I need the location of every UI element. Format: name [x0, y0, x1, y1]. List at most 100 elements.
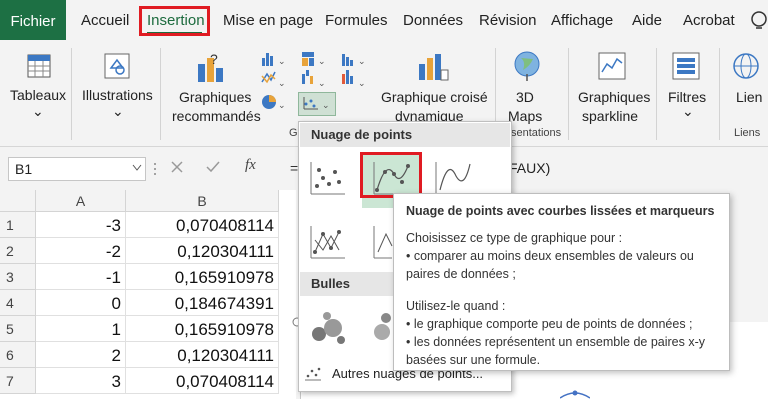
select-all-corner[interactable]	[0, 190, 36, 212]
name-box[interactable]: B1	[8, 157, 146, 181]
insert-function-icon[interactable]: fx	[245, 157, 256, 174]
drag-handle-icon[interactable]	[152, 160, 158, 178]
formula-content[interactable]: FAUX)	[509, 160, 550, 176]
tab-acrobat[interactable]: Acrobat	[683, 12, 735, 29]
svg-text:⌄: ⌄	[322, 100, 330, 110]
tab-fichier[interactable]: Fichier	[0, 0, 66, 40]
tab-mise-en-page[interactable]: Mise en page	[223, 12, 313, 29]
row-header[interactable]: 2	[0, 238, 36, 264]
recommended-charts-icon: ?	[198, 51, 223, 82]
ribbon-separator	[71, 48, 72, 140]
pie-chart-icon	[262, 95, 276, 109]
svg-text:⌄: ⌄	[318, 56, 326, 66]
column-header-a[interactable]: A	[36, 190, 126, 212]
tooltip-line: Utilisez-le quand :	[406, 299, 506, 313]
svg-text:⌄: ⌄	[358, 56, 366, 66]
combo-chart-icon	[342, 70, 353, 84]
row-header[interactable]: 5	[0, 316, 36, 342]
illustrations-button[interactable]: Illustrations ⌄	[78, 44, 158, 136]
column-header-b[interactable]: B	[126, 190, 279, 212]
chevron-down-icon: ⌄	[682, 103, 694, 119]
svg-text:⌄: ⌄	[278, 56, 286, 66]
lien-label: Lien	[736, 89, 763, 105]
bubble-chart-icon[interactable]	[305, 304, 351, 348]
cell-a[interactable]: -2	[36, 238, 126, 264]
link-globe-icon	[733, 53, 759, 79]
pivot-chart-icon	[419, 54, 449, 81]
chevron-down-icon[interactable]	[132, 164, 142, 172]
section-header-scatter: Nuage de points	[300, 123, 510, 147]
column-chart-icon	[262, 53, 273, 66]
tooltip-line: • comparer au moins deux ensembles de va…	[406, 249, 694, 263]
highlight-box-selected-chart	[360, 152, 422, 198]
row-header[interactable]: 3	[0, 264, 36, 290]
svg-text:⌄: ⌄	[278, 100, 286, 110]
ribbon-separator	[160, 48, 161, 140]
more-scatter-icon	[305, 367, 321, 381]
chevron-down-icon: ⌄	[32, 103, 44, 119]
row-header[interactable]: 7	[0, 368, 36, 394]
lien-button[interactable]: Lien	[724, 44, 768, 136]
cancel-icon[interactable]	[170, 160, 184, 174]
cell-a[interactable]: 1	[36, 316, 126, 342]
cell-b[interactable]: 0,070408114	[126, 368, 279, 394]
cell-b[interactable]: 0,120304111	[126, 238, 279, 264]
tab-accueil[interactable]: Accueil	[81, 12, 129, 29]
tooltip-line: • les données représentent un ensemble d…	[406, 335, 705, 349]
svg-text:⌄: ⌄	[358, 78, 366, 88]
row-header[interactable]: 4	[0, 290, 36, 316]
cell-b[interactable]: 0,120304111	[126, 342, 279, 368]
tooltip-line: • le graphique comporte peu de points de…	[406, 317, 693, 331]
sparkline-label2: sparkline	[582, 108, 639, 124]
scatter-chart-button-active[interactable]: ⌄	[298, 92, 336, 116]
row-header[interactable]: 1	[0, 212, 36, 238]
waterfall-chart-icon	[302, 70, 313, 84]
chart-type-tooltip: Nuage de points avec courbes lissées et …	[393, 193, 730, 371]
scatter-markers-icon[interactable]	[305, 156, 351, 200]
graphiques-recommandes-button[interactable]: ? Graphiques recommandés	[166, 44, 261, 136]
cell-b[interactable]: 0,184674391	[126, 290, 279, 316]
graphique-croise-label1: Graphique croisé	[381, 89, 488, 105]
tab-formules[interactable]: Formules	[325, 12, 388, 29]
cell-a[interactable]: -1	[36, 264, 126, 290]
tooltip-line: basées sur une formule.	[406, 353, 541, 367]
svg-text:?: ?	[210, 51, 218, 67]
sparkline-label1: Graphiques	[578, 89, 651, 105]
graphiques-recommandes-label2: recommandés	[172, 108, 261, 124]
table-icon	[27, 54, 51, 78]
shapes-icon	[104, 53, 130, 79]
lightbulb-icon[interactable]	[750, 10, 768, 34]
scatter-chart-icon: ⌄	[303, 97, 330, 110]
tab-affichage[interactable]: Affichage	[551, 12, 613, 29]
cell-a[interactable]: 2	[36, 342, 126, 368]
cell-b[interactable]: 0,070408114	[126, 212, 279, 238]
filtres-button[interactable]: Filtres ⌄	[662, 44, 712, 136]
tooltip-title: Nuage de points avec courbes lissées et …	[406, 204, 715, 218]
sparkline-icon	[598, 52, 626, 80]
ribbon-separator	[656, 48, 657, 140]
3d-map-icon	[514, 51, 540, 81]
svg-text:⌄: ⌄	[278, 78, 286, 88]
chart-curve-fragment	[560, 390, 590, 399]
cell-b[interactable]: 0,165910978	[126, 316, 279, 342]
highlight-box-insertion	[139, 6, 210, 36]
tab-donnees[interactable]: Données	[403, 12, 463, 29]
tableaux-button[interactable]: Tableaux ⌄	[8, 44, 68, 136]
hierarchy-chart-icon	[302, 52, 314, 66]
tooltip-line: paires de données ;	[406, 267, 516, 281]
cell-a[interactable]: -3	[36, 212, 126, 238]
line-chart-icon	[261, 71, 276, 84]
tab-revision[interactable]: Révision	[479, 12, 537, 29]
tooltip-line: Choisissez ce type de graphique pour :	[406, 231, 623, 245]
cell-a[interactable]: 0	[36, 290, 126, 316]
cell-a[interactable]: 3	[36, 368, 126, 394]
sparkline-button[interactable]: Graphiques sparkline	[574, 44, 650, 136]
enter-check-icon[interactable]	[205, 160, 221, 174]
tab-aide[interactable]: Aide	[632, 12, 662, 29]
svg-text:⌄: ⌄	[318, 78, 326, 88]
cell-b[interactable]: 0,165910978	[126, 264, 279, 290]
3d-maps-label2: Maps	[508, 108, 543, 124]
scatter-straight-lines-markers-icon[interactable]	[305, 220, 351, 264]
row-header[interactable]: 6	[0, 342, 36, 368]
ribbon-separator	[568, 48, 569, 140]
